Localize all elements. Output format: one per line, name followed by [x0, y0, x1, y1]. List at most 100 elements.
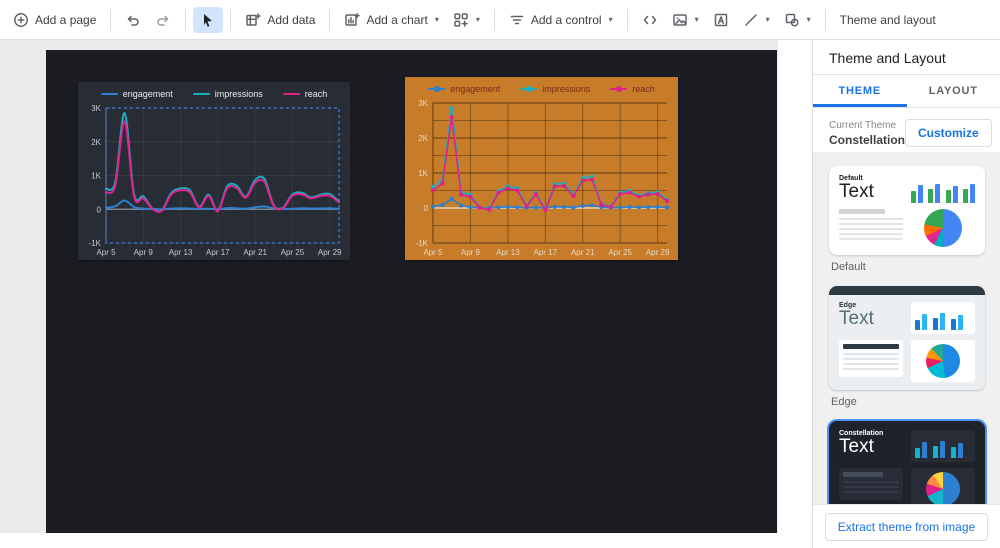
current-theme-label: Current Theme — [829, 119, 897, 131]
theme-list: Default Text Default Edge Text Edge Cons… — [813, 152, 1000, 504]
embed-url-button[interactable] — [635, 7, 665, 33]
svg-text:Apr 29: Apr 29 — [646, 248, 670, 257]
theme-preview-text-skeleton — [839, 340, 903, 377]
theme-layout-button[interactable]: Theme and layout — [833, 8, 943, 32]
theme-card-default[interactable]: Default Text — [829, 166, 985, 255]
legend-item: engagement — [100, 89, 173, 99]
text-box-icon — [713, 12, 729, 28]
toolbar-divider — [329, 8, 331, 31]
code-icon — [642, 12, 658, 28]
canvas-workspace[interactable]: engagement impressions reach 3K 2K 1K 0 -1K Apr… — [0, 40, 812, 548]
grid-plus-icon — [453, 12, 469, 28]
svg-text:3K: 3K — [418, 99, 428, 108]
add-chart-button[interactable]: Add a chart ▾ — [337, 7, 445, 33]
chart-legend: engagement impressions reach — [78, 82, 350, 100]
legend-item: engagement — [428, 84, 500, 94]
application-window: Add a page Add data Add a chart ▾ ▾ Add … — [0, 0, 1000, 548]
theme-preview-pie-icon — [926, 472, 960, 504]
chevron-down-icon: ▾ — [475, 15, 480, 24]
insert-shape-button[interactable]: ▾ — [777, 7, 818, 33]
svg-text:0: 0 — [424, 204, 429, 213]
add-data-label: Add data — [267, 12, 316, 27]
svg-text:2K: 2K — [418, 134, 428, 143]
toolbar-divider — [493, 8, 495, 31]
theme-card-constellation[interactable]: Constellation Text — [829, 421, 985, 504]
line-icon — [743, 12, 759, 28]
filter-icon — [509, 12, 525, 28]
svg-text:Apr 21: Apr 21 — [571, 248, 595, 257]
legend-item: reach — [282, 89, 327, 99]
insert-image-button[interactable]: ▾ — [665, 7, 706, 33]
undo-icon — [125, 12, 141, 28]
select-tool-button[interactable] — [193, 6, 224, 33]
svg-text:Apr 21: Apr 21 — [243, 248, 267, 257]
report-page[interactable]: engagement impressions reach 3K 2K 1K 0 -1K Apr… — [46, 50, 777, 533]
svg-text:Apr 29: Apr 29 — [318, 248, 342, 257]
theme-preview-bars-icon — [911, 175, 975, 203]
add-chart-label: Add a chart — [366, 12, 428, 27]
toolbar-divider — [824, 8, 826, 31]
toolbar-divider — [230, 8, 232, 31]
theme-layout-label: Theme and layout — [839, 12, 936, 27]
add-control-button[interactable]: Add a control ▾ — [502, 7, 620, 33]
tab-layout[interactable]: LAYOUT — [907, 75, 1000, 107]
add-page-label: Add a page — [35, 12, 97, 27]
svg-text:0: 0 — [97, 205, 102, 214]
svg-text:1K: 1K — [418, 169, 428, 178]
theme-preview-pie-icon — [924, 209, 962, 247]
svg-text:Apr 17: Apr 17 — [206, 248, 230, 257]
svg-text:Apr 25: Apr 25 — [608, 248, 632, 257]
svg-text:Apr 5: Apr 5 — [96, 248, 116, 257]
customize-button[interactable]: Customize — [905, 119, 992, 147]
add-control-label: Add a control — [530, 12, 602, 27]
add-data-button[interactable]: Add data — [238, 7, 322, 33]
svg-text:Apr 13: Apr 13 — [496, 248, 520, 257]
current-theme-value: Constellation — [829, 132, 906, 147]
theme-preview-bars-icon — [915, 434, 971, 458]
time-series-chart-dark[interactable]: engagement impressions reach 3K 2K 1K 0 -1K Apr… — [78, 82, 350, 260]
panel-title: Theme and Layout — [813, 40, 1000, 75]
theme-preview-pie-icon — [926, 344, 960, 378]
svg-text:1K: 1K — [91, 172, 101, 181]
theme-text-sample: Text — [839, 181, 874, 202]
chart-plot-area: 3K 2K 1K 0 -1K Apr 5 Apr 9 Apr 13 Apr 17 Apr 21 Ap… — [407, 98, 676, 258]
cursor-icon — [200, 12, 216, 28]
svg-text:Apr 5: Apr 5 — [423, 248, 443, 257]
svg-text:2K: 2K — [91, 138, 101, 147]
theme-text-sample: Text — [839, 436, 874, 457]
toolbar: Add a page Add data Add a chart ▾ ▾ Add … — [0, 0, 1000, 40]
text-box-button[interactable] — [706, 7, 736, 33]
extract-theme-button[interactable]: Extract theme from image — [824, 512, 989, 541]
chevron-down-icon: ▾ — [694, 15, 699, 24]
tab-theme[interactable]: THEME — [813, 75, 907, 107]
insert-line-button[interactable]: ▾ — [736, 7, 777, 33]
theme-caption-default: Default — [831, 261, 866, 273]
toolbar-divider — [185, 8, 187, 31]
svg-text:-1K: -1K — [416, 239, 429, 248]
redo-button[interactable] — [148, 7, 178, 33]
community-visualizations-button[interactable]: ▾ — [446, 7, 487, 33]
toolbar-divider — [110, 8, 112, 31]
svg-text:Apr 9: Apr 9 — [461, 248, 481, 257]
theme-preview-bars-icon — [915, 306, 971, 330]
theme-card-edge[interactable]: Edge Text — [829, 286, 985, 390]
theme-preview-text-skeleton — [839, 209, 903, 243]
theme-header-bar — [829, 286, 985, 295]
svg-text:Apr 9: Apr 9 — [134, 248, 154, 257]
undo-button[interactable] — [118, 7, 148, 33]
add-chart-icon — [344, 12, 361, 28]
svg-text:Apr 13: Apr 13 — [169, 248, 193, 257]
panel-tabs: THEME LAYOUT — [813, 75, 1000, 108]
chevron-down-icon: ▾ — [765, 15, 770, 24]
legend-item: reach — [610, 84, 655, 94]
add-data-icon — [245, 12, 262, 28]
theme-preview-text-skeleton — [839, 468, 903, 500]
svg-text:-1K: -1K — [89, 239, 102, 248]
svg-text:Apr 17: Apr 17 — [534, 248, 558, 257]
svg-text:Apr 25: Apr 25 — [281, 248, 305, 257]
chevron-down-icon: ▾ — [608, 15, 613, 24]
chart-legend: engagement impressions reach — [405, 77, 678, 95]
add-page-button[interactable]: Add a page — [6, 7, 103, 33]
time-series-chart-orange[interactable]: engagement impressions reach 3K 2K 1K 0 -1K Apr… — [405, 77, 678, 260]
legend-item: impressions — [520, 84, 590, 94]
